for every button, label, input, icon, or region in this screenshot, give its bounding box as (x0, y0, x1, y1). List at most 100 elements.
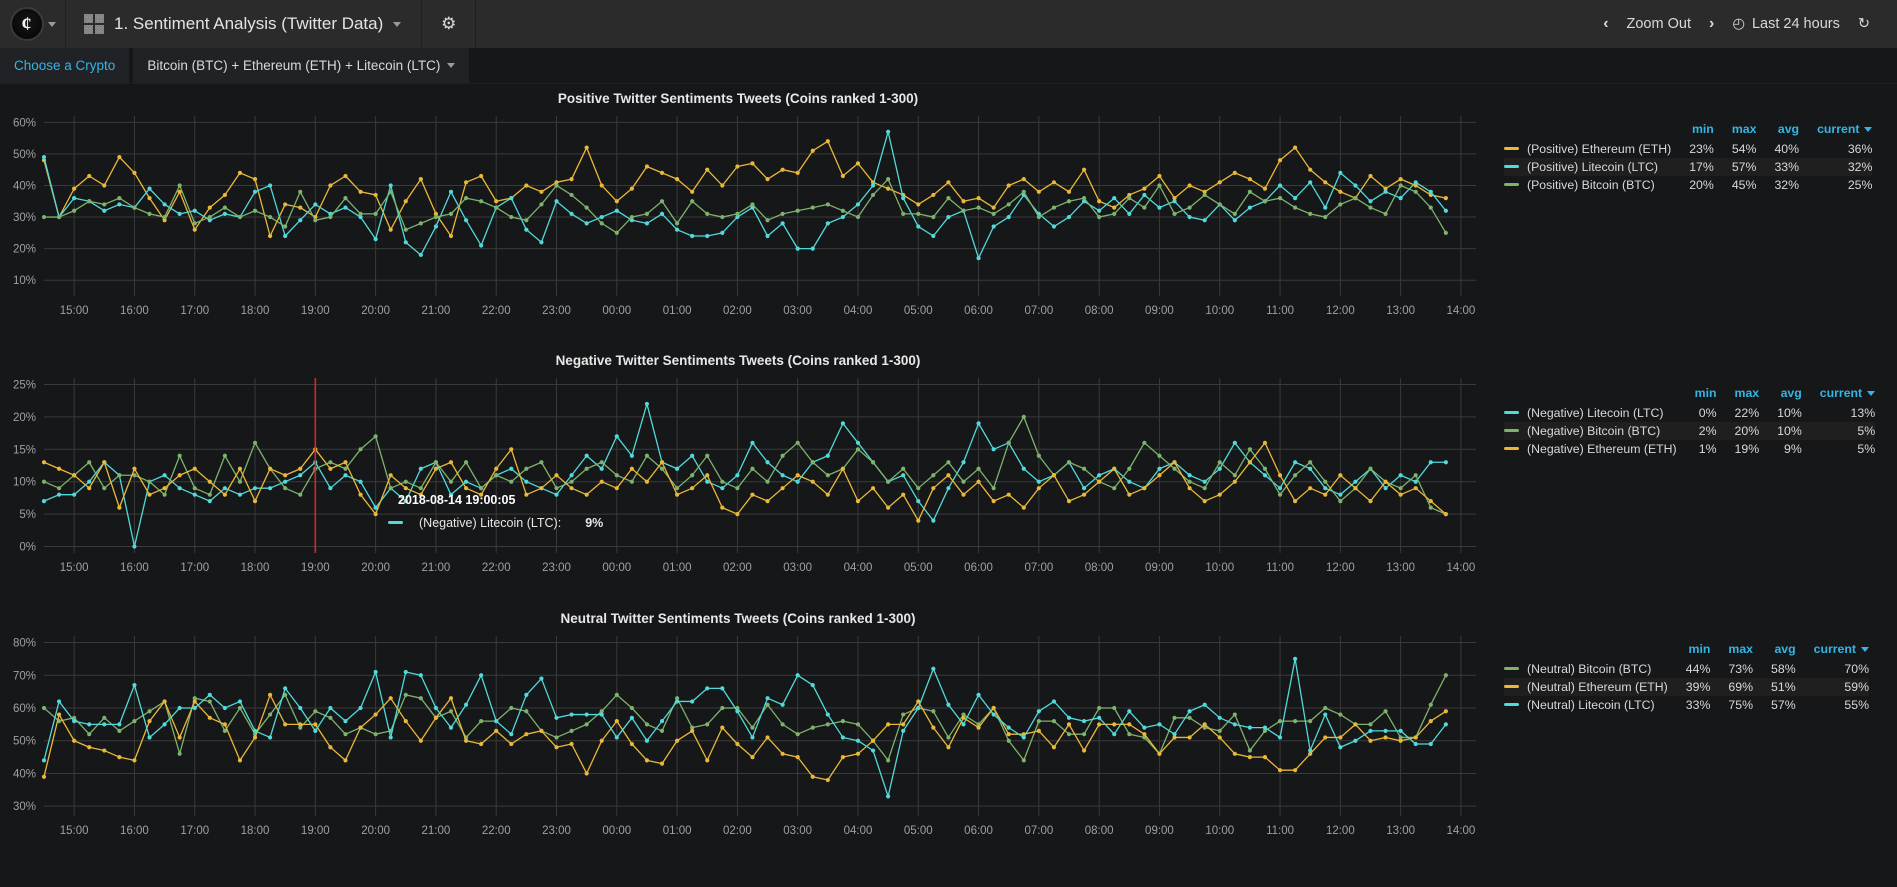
legend-series-name-cell[interactable]: (Negative) Bitcoin (BTC) (1504, 422, 1677, 440)
legend-min-header[interactable]: min (1668, 640, 1711, 660)
series-point (1142, 732, 1147, 737)
legend-color-swatch[interactable] (1504, 685, 1519, 689)
series-point (433, 460, 439, 465)
legend-avg-header[interactable]: avg (1753, 640, 1795, 660)
legend-color-swatch[interactable] (1504, 703, 1519, 707)
series-point (207, 205, 212, 210)
refresh-button[interactable]: ↻ (1849, 0, 1879, 48)
legend-current-header[interactable]: current (1799, 120, 1873, 140)
legend-color-swatch[interactable] (1504, 447, 1519, 451)
series-point (1202, 499, 1207, 504)
x-axis-tick-label: 01:00 (663, 305, 692, 317)
series-point (976, 725, 981, 730)
series-point (162, 492, 167, 497)
legend-row[interactable]: (Positive) Bitcoin (BTC) 20% 45% 32% 25% (1504, 176, 1872, 194)
logo-menu-button[interactable]: ¢ (0, 0, 66, 48)
legend-color-swatch[interactable] (1504, 667, 1519, 671)
legend-series-name-cell[interactable]: (Neutral) Ethereum (ETH) (1504, 678, 1668, 696)
series-point (252, 728, 258, 734)
series-point (1097, 705, 1102, 711)
series-point (886, 758, 891, 763)
series-point (147, 735, 152, 740)
legend-color-swatch[interactable] (1504, 411, 1519, 415)
legend-min-header[interactable]: min (1671, 120, 1714, 140)
legend-row[interactable]: (Positive) Ethereum (ETH) 23% 54% 40% 36% (1504, 140, 1872, 158)
legend-series-name-cell[interactable]: (Positive) Bitcoin (BTC) (1504, 176, 1671, 194)
series-point (343, 732, 348, 737)
series-point (509, 732, 514, 737)
time-shift-back-button[interactable]: ‹ (1594, 0, 1617, 48)
graph-area[interactable]: 0% 5% 10% 15% 20% 25% 15:00 16:00 17:00 18:00 19:0… (0, 370, 1482, 579)
dashboard-title-button[interactable]: 1. Sentiment Analysis (Twitter Data) (66, 0, 423, 48)
legend-color-swatch[interactable] (1504, 183, 1519, 187)
panel-title[interactable]: Negative Twitter Sentiments Tweets (Coin… (0, 346, 1476, 370)
legend-row[interactable]: (Neutral) Bitcoin (BTC) 44% 73% 58% 70% (1504, 660, 1869, 678)
legend-series-name-cell[interactable]: (Negative) Litecoin (LTC) (1504, 404, 1677, 422)
series-point (825, 492, 830, 497)
legend-series-name-cell[interactable]: (Neutral) Litecoin (LTC) (1504, 696, 1668, 714)
series-point (1081, 748, 1087, 753)
series-point (1127, 709, 1132, 714)
dashboard-settings-button[interactable]: ⚙ (422, 0, 477, 48)
series-point (1187, 709, 1192, 714)
legend-series-name-cell[interactable]: (Neutral) Bitcoin (BTC) (1504, 660, 1668, 678)
series-point (102, 202, 107, 207)
legend-max-header[interactable]: max (1710, 640, 1753, 660)
legend-row[interactable]: (Negative) Litecoin (LTC) 0% 22% 10% 13% (1504, 404, 1875, 422)
time-shift-forward-button[interactable]: › (1700, 0, 1723, 48)
series-point (750, 440, 755, 445)
series-point (946, 460, 951, 465)
series-point (705, 211, 710, 216)
legend-max-header[interactable]: max (1717, 384, 1760, 404)
series-point (403, 499, 408, 504)
panel-title[interactable]: Neutral Twitter Sentiments Tweets (Coins… (0, 604, 1476, 628)
series-point (448, 460, 454, 465)
legend-max-header[interactable]: max (1714, 120, 1757, 140)
legend-series-name-cell[interactable]: (Negative) Ethereum (ETH) (1504, 440, 1677, 458)
legend-color-swatch[interactable] (1504, 147, 1519, 151)
x-axis-tick-label: 06:00 (964, 562, 993, 574)
series-point (825, 473, 830, 478)
legend-sort-chevron-down-icon (1867, 391, 1876, 397)
series-point (1383, 189, 1388, 194)
series-point (117, 196, 122, 201)
legend-max-value: 69% (1710, 678, 1754, 696)
series-point (494, 728, 499, 734)
graph-area[interactable]: 30% 40% 50% 60% 70% 80% 15:00 16:00 17:00 18:00 19… (0, 628, 1482, 842)
series-point (117, 473, 122, 478)
legend-row[interactable]: (Negative) Ethereum (ETH) 1% 19% 9% 5% (1504, 440, 1875, 458)
x-axis-tick-label: 04:00 (844, 562, 873, 574)
legend-color-swatch[interactable] (1504, 429, 1519, 433)
legend-avg-header[interactable]: avg (1756, 120, 1799, 140)
legend-row[interactable]: (Positive) Litecoin (LTC) 17% 57% 33% 32% (1504, 158, 1873, 176)
legend-series-name-cell[interactable]: (Positive) Litecoin (LTC) (1504, 158, 1672, 176)
graph-area[interactable]: 10% 20% 30% 40% 50% 60% 15:00 16:00 17:00 18:00 19… (0, 108, 1482, 322)
series-point (283, 686, 288, 691)
time-range-picker-button[interactable]: ◴ Last 24 hours (1723, 0, 1849, 48)
series-point (41, 758, 47, 763)
legend-current-header[interactable]: current (1796, 640, 1870, 660)
legend-series-name-cell[interactable]: (Positive) Ethereum (ETH) (1504, 140, 1671, 158)
series-point (991, 211, 996, 216)
zoom-out-button[interactable]: Zoom Out (1618, 0, 1700, 48)
legend-row[interactable]: (Neutral) Litecoin (LTC) 33% 75% 57% 55% (1504, 696, 1869, 714)
series-point (750, 492, 755, 497)
legend-avg-header[interactable]: avg (1759, 384, 1802, 404)
series-point (509, 741, 514, 747)
legend-min-header[interactable]: min (1677, 384, 1717, 404)
legend-row[interactable]: (Neutral) Ethereum (ETH) 39% 69% 51% 59% (1504, 678, 1870, 696)
series-point (132, 758, 137, 763)
series-point (192, 492, 197, 497)
series-point (102, 748, 107, 753)
series-point (901, 473, 906, 478)
series-point (810, 682, 815, 688)
legend-current-header[interactable]: current (1802, 384, 1876, 404)
legend-row[interactable]: (Negative) Bitcoin (BTC) 2% 20% 10% 5% (1504, 422, 1876, 440)
series-point (855, 214, 861, 220)
variable-select-crypto[interactable]: Bitcoin (BTC) + Ethereum (ETH) + Litecoi… (133, 48, 470, 83)
series-point (509, 196, 514, 201)
series-point (433, 705, 439, 711)
panel-title[interactable]: Positive Twitter Sentiments Tweets (Coin… (0, 84, 1476, 108)
series-point (780, 722, 785, 727)
legend-color-swatch[interactable] (1504, 165, 1519, 169)
